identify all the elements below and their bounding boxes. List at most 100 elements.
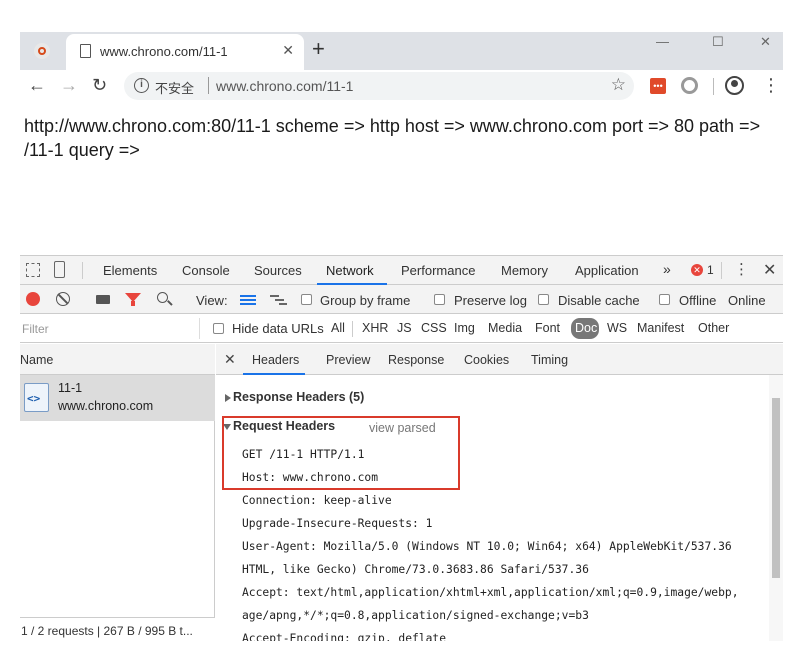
group-by-frame-label: Group by frame (320, 293, 411, 308)
tab-headers[interactable]: Headers (252, 353, 299, 367)
panel-tab-memory[interactable]: Memory (501, 263, 548, 278)
back-button[interactable]: ← (28, 74, 46, 96)
request-host: www.chrono.com (58, 399, 154, 413)
type-filter-ws[interactable]: WS (607, 321, 627, 335)
header-line: Accept-Encoding: gzip, deflate (242, 632, 447, 641)
header-line: Accept: text/html,application/xhtml+xml,… (242, 586, 739, 599)
browser-toolbar: ← → ↻ i 不安全 www.chrono.com/11-1 ☆ ••• ⋮ (20, 70, 783, 102)
maximize-icon[interactable]: ☐ (712, 34, 724, 50)
reload-button[interactable]: ↻ (92, 74, 107, 96)
filter-funnel-stem (131, 301, 135, 306)
network-summary-bar: 1 / 2 requests | 267 B / 995 B t... (20, 617, 215, 641)
tab-response[interactable]: Response (388, 353, 444, 367)
request-summary: 1 / 2 requests | 267 B / 995 B t... (21, 624, 193, 638)
header-line: age/apng,*/*;q=0.8,application/signed-ex… (242, 609, 589, 622)
large-rows-view-icon[interactable] (240, 295, 256, 305)
disable-cache-label: Disable cache (558, 293, 640, 308)
column-header-name[interactable]: Name (20, 353, 53, 367)
tab-cookies[interactable]: Cookies (464, 353, 509, 367)
type-filter-font[interactable]: Font (535, 321, 560, 335)
browser-menu-icon[interactable]: ⋮ (762, 74, 780, 96)
hide-data-urls-label: Hide data URLs (232, 321, 324, 336)
devtools-menu-icon[interactable]: ⋮ (734, 260, 749, 278)
device-toolbar-icon[interactable] (54, 261, 65, 278)
forward-button[interactable]: → (60, 74, 78, 96)
devtools-panel: Elements Console Sources Network Perform… (20, 255, 783, 641)
panel-tab-application[interactable]: Application (575, 263, 639, 278)
document-icon-glyph: <> (27, 392, 41, 405)
highlight-box (222, 416, 460, 490)
extension-circle-icon[interactable] (681, 77, 698, 94)
network-filter-bar: Filter Hide data URLs All XHR JS CSS Img… (20, 314, 783, 343)
network-toolbar: View: Group by frame Preserve log Disabl… (20, 285, 783, 314)
clear-icon[interactable] (56, 292, 70, 306)
filter-input[interactable]: Filter (20, 318, 200, 339)
window-close-icon[interactable]: ✕ (760, 34, 771, 50)
info-icon[interactable]: i (134, 78, 149, 93)
detail-close-icon[interactable]: ✕ (224, 351, 236, 368)
type-filter-js[interactable]: JS (397, 321, 412, 335)
record-icon[interactable] (26, 292, 40, 306)
view-label: View: (196, 293, 228, 308)
waterfall-view-icon[interactable] (270, 294, 287, 306)
error-icon[interactable]: ✕ (691, 264, 703, 276)
url-text[interactable]: www.chrono.com/11-1 (216, 78, 353, 94)
tab-timing[interactable]: Timing (531, 353, 568, 367)
header-line: Connection: keep-alive (242, 494, 392, 507)
devtools-panel-tabs: Elements Console Sources Network Perform… (20, 256, 783, 285)
panel-tab-elements[interactable]: Elements (103, 263, 157, 278)
throttling-select[interactable]: Online (728, 293, 766, 308)
html-document-icon: <> (24, 383, 49, 412)
profile-avatar-icon[interactable] (725, 76, 744, 95)
bookmark-star-icon[interactable]: ☆ (611, 75, 626, 95)
error-count[interactable]: 1 (707, 263, 714, 277)
header-line: User-Agent: Mozilla/5.0 (Windows NT 10.0… (242, 540, 732, 553)
header-line: Upgrade-Insecure-Requests: 1 (242, 517, 433, 530)
disable-cache-checkbox[interactable] (538, 294, 549, 305)
expand-triangle-icon[interactable] (225, 394, 231, 402)
preserve-log-checkbox[interactable] (434, 294, 445, 305)
type-filter-media[interactable]: Media (488, 321, 522, 335)
type-filter-all[interactable]: All (331, 321, 345, 335)
hide-data-urls-checkbox[interactable] (213, 323, 224, 334)
group-by-frame-checkbox[interactable] (301, 294, 312, 305)
type-filter-other[interactable]: Other (698, 321, 729, 335)
minimize-icon[interactable]: — (656, 34, 669, 49)
offline-checkbox[interactable] (659, 294, 670, 305)
address-bar[interactable]: i 不安全 www.chrono.com/11-1 ☆ (124, 72, 634, 100)
inspect-element-icon[interactable] (26, 263, 40, 277)
toolbar-divider (713, 78, 714, 95)
type-filter-doc[interactable]: Doc (575, 321, 597, 335)
type-filter-css[interactable]: CSS (421, 321, 447, 335)
panel-tab-performance[interactable]: Performance (401, 263, 475, 278)
request-row[interactable]: <> 11-1 www.chrono.com (20, 375, 215, 421)
scrollbar-thumb[interactable] (772, 398, 780, 578)
type-filter-xhr[interactable]: XHR (362, 321, 388, 335)
request-detail-pane: ✕ Headers Preview Response Cookies Timin… (216, 344, 783, 641)
active-tab-indicator (243, 373, 305, 375)
type-filter-manifest[interactable]: Manifest (637, 321, 684, 335)
tab-preview[interactable]: Preview (326, 353, 370, 367)
pinned-tab-favicon-icon[interactable] (34, 43, 50, 59)
offline-label: Offline (679, 293, 717, 308)
security-label: 不安全 (155, 81, 195, 96)
panel-tab-console[interactable]: Console (182, 263, 230, 278)
request-list-header: Name (20, 344, 215, 375)
tab-close-icon[interactable]: ✕ (282, 42, 294, 59)
divider (721, 262, 722, 279)
screenshot-camera-icon[interactable] (96, 295, 110, 304)
search-icon[interactable] (157, 292, 168, 303)
detail-tabs: ✕ Headers Preview Response Cookies Timin… (216, 344, 783, 375)
devtools-close-icon[interactable]: ✕ (763, 260, 776, 280)
panel-tab-sources[interactable]: Sources (254, 263, 302, 278)
page-body-text: http://www.chrono.com:80/11-1 scheme => … (24, 116, 761, 160)
browser-tab[interactable]: www.chrono.com/11-1 ✕ (66, 34, 304, 70)
panel-tab-network[interactable]: Network (326, 263, 374, 278)
extension-icon[interactable]: ••• (650, 78, 666, 94)
header-line: HTML, like Gecko) Chrome/73.0.3683.86 Sa… (242, 563, 589, 576)
more-panels-icon[interactable]: » (663, 261, 671, 277)
response-headers-section[interactable]: Response Headers (5) (233, 390, 364, 404)
request-name: 11-1 (58, 381, 83, 395)
type-filter-img[interactable]: Img (454, 321, 475, 335)
new-tab-button[interactable]: + (312, 38, 325, 60)
